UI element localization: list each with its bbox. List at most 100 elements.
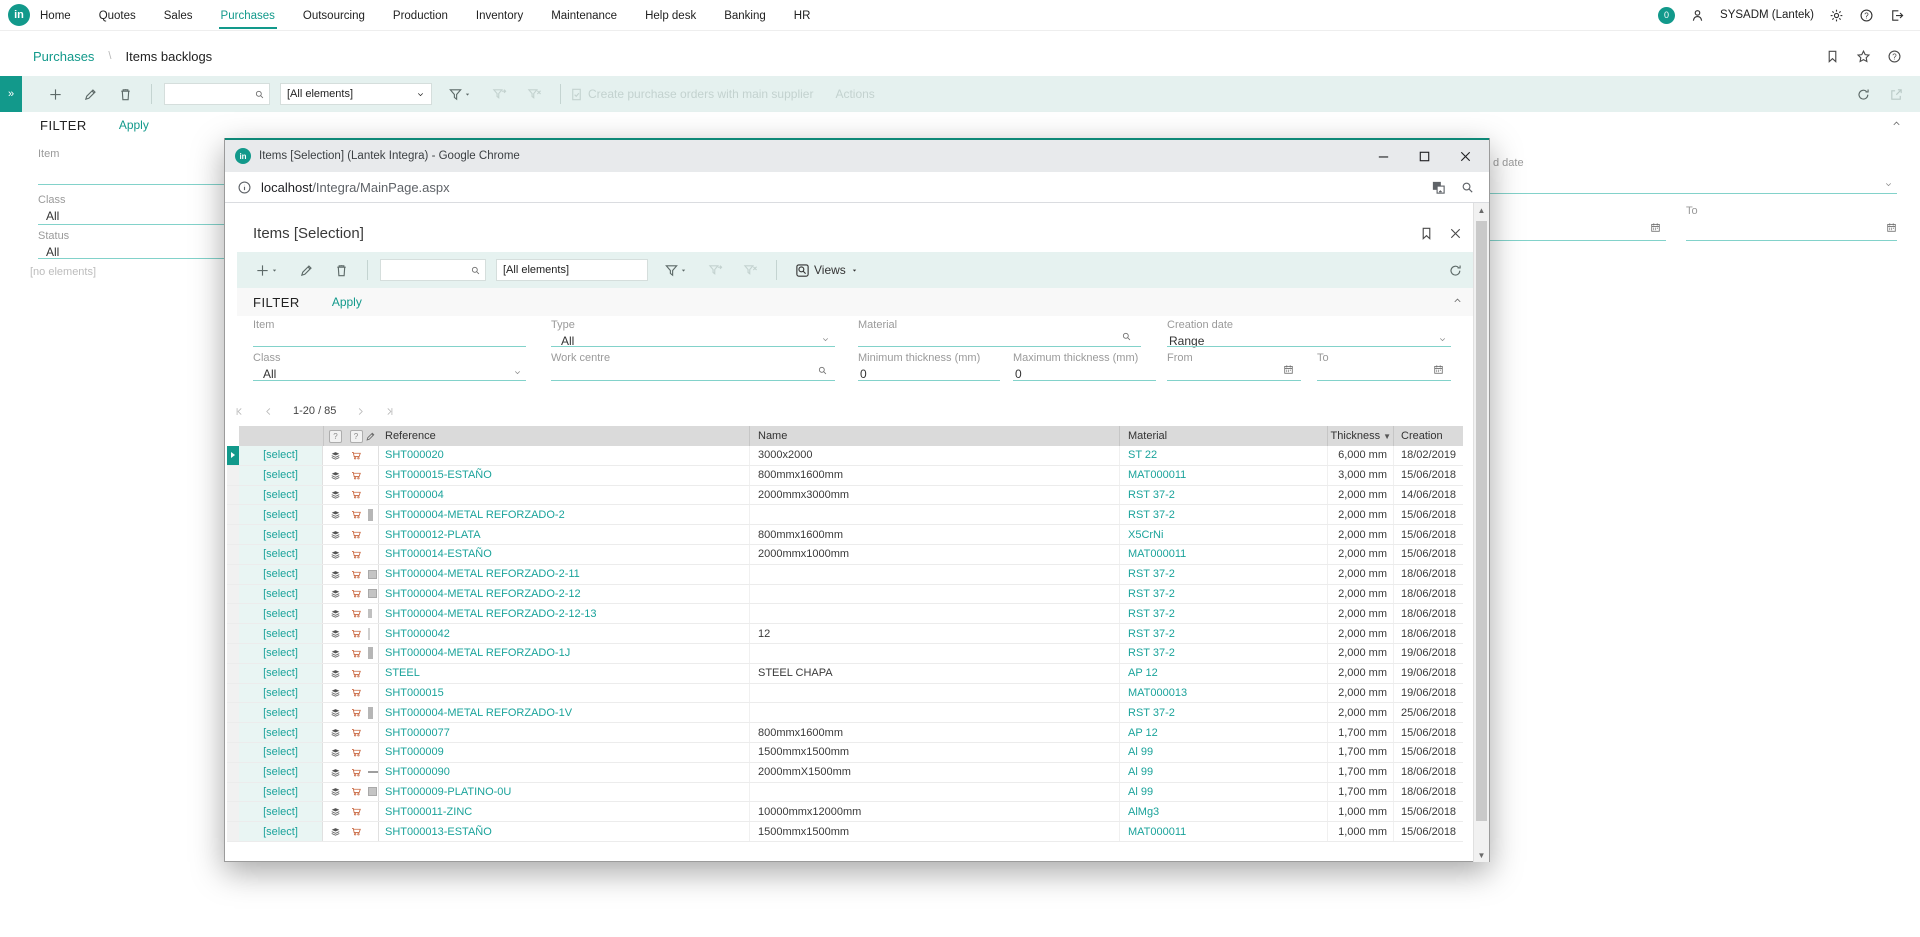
views-button[interactable]: Views [795,263,859,278]
minimize-icon[interactable] [1376,149,1391,164]
nav-item-outsourcing[interactable]: Outsourcing [301,3,367,28]
filter-button[interactable] [448,87,472,102]
field-item[interactable]: Item [253,319,274,331]
nav-item-production[interactable]: Production [391,3,450,28]
table-row[interactable]: [select] SHT000013-ESTAÑO 1500mmx1500mm … [227,822,1463,842]
select-link[interactable]: [select] [239,802,323,821]
vertical-scrollbar[interactable]: ▲ ▼ [1473,203,1489,862]
refresh-button[interactable] [1448,263,1463,278]
reference-link[interactable]: SHT0000042 [379,628,749,640]
reference-link[interactable]: SHT000014-ESTAÑO [379,548,749,560]
field-work-centre[interactable]: Work centre [551,352,610,364]
last-page-icon[interactable] [384,406,395,417]
field-type[interactable]: Type All [551,319,575,348]
filter-apply-button[interactable] [708,263,723,278]
window-titlebar[interactable]: in Items [Selection] (Lantek Integra) - … [225,138,1489,172]
cart-icon[interactable] [347,687,365,698]
elements-filter-select[interactable]: [All elements] [496,259,648,281]
settings-gear-icon[interactable] [1829,8,1844,23]
prev-page-icon[interactable] [263,406,274,417]
print-stack-icon[interactable] [323,529,347,540]
table-row[interactable]: [select] SHT000004-METAL REFORZADO-1J RS… [227,644,1463,664]
select-link[interactable]: [select] [239,644,323,663]
chevron-down-icon[interactable] [821,335,830,344]
material-link[interactable]: AlMg3 [1119,802,1327,821]
print-stack-icon[interactable] [323,549,347,560]
cart-icon[interactable] [347,628,365,639]
calendar-icon[interactable] [1283,364,1294,375]
calendar-icon[interactable] [1886,220,1897,238]
material-link[interactable]: X5CrNi [1119,525,1327,544]
material-link[interactable]: RST 37-2 [1119,585,1327,604]
print-stack-icon[interactable] [323,470,347,481]
table-row[interactable]: [select] SHT000011-ZINC 10000mmx12000mm … [227,802,1463,822]
print-stack-icon[interactable] [323,588,347,599]
cart-icon[interactable] [347,549,365,560]
edit-button[interactable] [83,87,98,102]
select-link[interactable]: [select] [239,565,323,584]
reference-link[interactable]: SHT000009-PLATINO-0U [379,786,749,798]
table-row[interactable]: [select] SHT000012-PLATA 800mmx1600mm X5… [227,525,1463,545]
print-stack-icon[interactable] [323,806,347,817]
print-stack-icon[interactable] [323,628,347,639]
close-window-icon[interactable] [1458,149,1473,164]
elements-filter-select[interactable]: [All elements] [280,83,432,105]
print-stack-icon[interactable] [323,747,347,758]
notification-badge[interactable]: 0 [1658,7,1675,24]
reference-link[interactable]: SHT000011-ZINC [379,806,749,818]
print-stack-icon[interactable] [323,826,347,837]
select-link[interactable]: [select] [239,763,323,782]
maximize-icon[interactable] [1417,149,1432,164]
material-link[interactable]: RST 37-2 [1119,604,1327,623]
reference-link[interactable]: SHT000004-METAL REFORZADO-2-12 [379,588,749,600]
cart-icon[interactable] [347,707,365,718]
material-link[interactable]: Al 99 [1119,743,1327,762]
table-row[interactable]: [select] SHT000015-ESTAÑO 800mmx1600mm M… [227,466,1463,486]
table-row[interactable]: [select] SHT000009 1500mmx1500mm Al 99 1… [227,743,1463,763]
reference-link[interactable]: SHT000015-ESTAÑO [379,469,749,481]
field-min-thickness[interactable]: Minimum thickness (mm) 0 [858,352,980,381]
select-link[interactable]: [select] [239,624,323,643]
bg-field-status[interactable]: Status All [38,230,69,259]
url-bar[interactable]: localhost/Integra/MainPage.aspx [225,172,1489,203]
add-button[interactable] [255,263,279,278]
reference-link[interactable]: SHT000004-METAL REFORZADO-1J [379,647,749,659]
field-material[interactable]: Material [858,319,897,331]
print-stack-icon[interactable] [323,608,347,619]
material-link[interactable]: MAT000013 [1119,684,1327,703]
actions-button[interactable]: Actions [835,87,874,101]
material-link[interactable]: MAT000011 [1119,545,1327,564]
print-stack-icon[interactable] [323,489,347,500]
search-icon[interactable] [817,365,828,376]
material-link[interactable]: RST 37-2 [1119,624,1327,643]
calendar-icon[interactable] [1433,364,1444,375]
chevron-down-icon[interactable] [1438,335,1447,344]
filter-clear-button[interactable] [527,87,542,102]
table-row[interactable]: [select] SHT000004-METAL REFORZADO-2 RST… [227,505,1463,525]
material-link[interactable]: MAT000011 [1119,822,1327,841]
column-header-creation[interactable]: Creation [1393,426,1463,446]
bg-field-item[interactable]: Item [38,148,59,160]
table-row[interactable]: [select] SHT000004-METAL REFORZADO-2-12-… [227,604,1463,624]
select-link[interactable]: [select] [239,664,323,683]
cart-icon[interactable] [347,747,365,758]
reference-link[interactable]: SHT000012-PLATA [379,529,749,541]
field-date-to[interactable]: To [1317,352,1329,364]
select-link[interactable]: [select] [239,743,323,762]
nav-item-home[interactable]: Home [38,3,73,28]
material-link[interactable]: RST 37-2 [1119,644,1327,663]
filter-apply-link[interactable]: Apply [119,118,149,132]
reference-link[interactable]: SHT000004-METAL REFORZADO-2-12-13 [379,608,749,620]
table-row[interactable]: [select] SHT000004-METAL REFORZADO-2-12 … [227,585,1463,605]
nav-item-hr[interactable]: HR [792,3,813,28]
page-help-icon[interactable] [1887,49,1902,64]
select-link[interactable]: [select] [239,822,323,841]
delete-button[interactable] [118,87,133,102]
material-link[interactable]: AP 12 [1119,664,1327,683]
column-header-name[interactable]: Name [749,426,1119,446]
cart-icon[interactable] [347,648,365,659]
first-page-icon[interactable] [234,406,245,417]
material-link[interactable]: RST 37-2 [1119,505,1327,524]
add-button[interactable] [48,87,63,102]
translate-icon[interactable] [1431,180,1446,195]
